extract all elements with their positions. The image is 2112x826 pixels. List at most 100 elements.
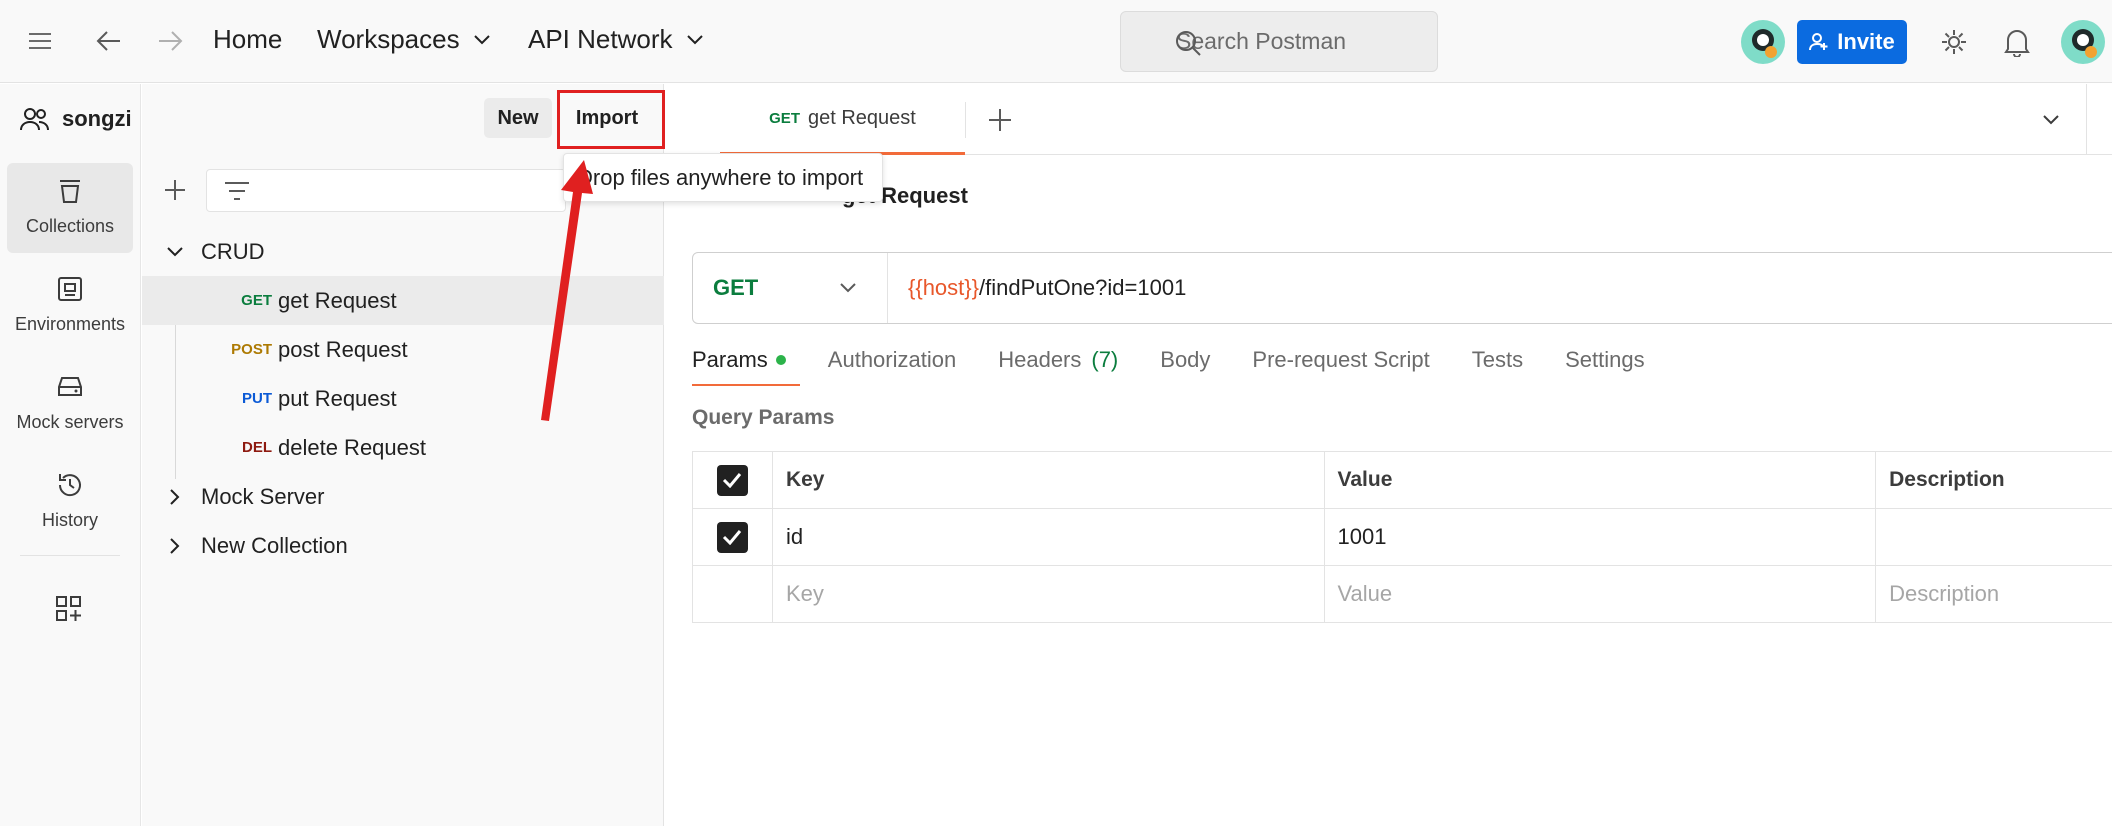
rail-label: Collections [25, 216, 115, 236]
api-network-menu[interactable]: API Network [528, 24, 703, 55]
headers-count: (7) [1091, 347, 1119, 372]
rail-item-environments[interactable]: Environments [7, 261, 133, 351]
annotation-highlight-box [557, 90, 665, 149]
add-collection-icon[interactable] [164, 179, 186, 201]
url-bar: GET {{host}}/findPutOne?id=1001 [692, 252, 2112, 324]
request-name: put Request [278, 385, 397, 411]
rail-item-history[interactable]: History [7, 457, 133, 547]
param-value-cell[interactable]: 1001 [1323, 508, 1877, 566]
add-apps-icon[interactable] [55, 595, 83, 623]
collection-name: CRUD [201, 238, 265, 264]
team-icon [20, 106, 50, 132]
rail-item-mock-servers[interactable]: Mock servers [7, 359, 133, 449]
rail-item-collections[interactable]: Collections [7, 163, 133, 253]
row-check-cell [692, 508, 773, 566]
rail-divider [20, 555, 120, 556]
select-all-cell [692, 451, 773, 509]
rail-label: Environments [14, 314, 126, 334]
table-row-empty: Key Value Description [692, 565, 2112, 623]
team-avatar[interactable] [1740, 19, 1786, 65]
request-name: delete Request [278, 434, 426, 460]
request-item-get[interactable]: GET get Request [142, 276, 664, 325]
gear-icon[interactable] [1940, 28, 1968, 56]
menu-icon[interactable] [28, 31, 52, 51]
tab-label: get Request [807, 106, 916, 129]
column-header-description: Description [1875, 451, 2112, 509]
method-select[interactable]: GET [693, 253, 888, 323]
param-description-cell[interactable] [1875, 508, 2112, 566]
column-header-value: Value [1323, 451, 1877, 509]
description-placeholder[interactable]: Description [1875, 565, 2112, 623]
method-badge: POST [231, 341, 272, 358]
request-item-delete[interactable]: DEL delete Request [142, 423, 664, 472]
tab-body[interactable]: Body [1160, 334, 1210, 386]
filter-icon [224, 180, 250, 202]
chevron-down-icon [473, 34, 490, 45]
request-tab-bar: GET get Request [665, 84, 2112, 155]
new-button[interactable]: New [484, 98, 552, 138]
top-bar: Home Workspaces API Network Search Postm… [0, 0, 2112, 83]
collection-crud[interactable]: CRUD [142, 227, 664, 276]
api-network-label: API Network [528, 24, 673, 54]
tab-tests[interactable]: Tests [1472, 334, 1523, 386]
search-icon [1174, 29, 1202, 57]
select-all-checkbox[interactable] [716, 464, 748, 496]
request-name: get Request [278, 287, 397, 313]
tab-headers[interactable]: Headers (7) [998, 334, 1118, 386]
query-params-label: Query Params [692, 406, 835, 429]
back-arrow-icon[interactable] [96, 29, 122, 53]
request-item-post[interactable]: POST post Request [142, 325, 664, 374]
column-header-key: Key [771, 451, 1325, 509]
params-table: Key Value Description id 1001 Key Value … [692, 451, 2112, 623]
filter-input[interactable] [206, 169, 566, 212]
rail-label: History [41, 510, 98, 530]
tab-pre-request-script[interactable]: Pre-request Script [1252, 334, 1429, 386]
value-placeholder[interactable]: Value [1323, 565, 1877, 623]
method-badge: DEL [242, 439, 272, 456]
new-tab-plus-icon[interactable] [988, 108, 1012, 132]
tab-params[interactable]: Params [692, 334, 800, 386]
collection-name: Mock Server [201, 483, 325, 509]
import-tooltip: Drop files anywhere to import [563, 153, 883, 202]
environments-icon [56, 275, 84, 303]
tab-authorization[interactable]: Authorization [828, 334, 956, 386]
tab-label: Params [692, 347, 768, 372]
bell-icon[interactable] [2004, 27, 2030, 57]
tab-label: Headers [998, 347, 1082, 372]
params-indicator-dot [775, 355, 786, 365]
chevron-down-icon [686, 34, 703, 45]
url-variable: {{host}} [908, 275, 979, 300]
request-item-put[interactable]: PUT put Request [142, 374, 664, 423]
invite-button[interactable]: Invite [1797, 20, 1907, 64]
collection-name: New Collection [201, 532, 348, 558]
add-user-icon [1809, 32, 1829, 52]
table-row: id 1001 [692, 508, 2112, 566]
home-link[interactable]: Home [213, 24, 282, 55]
tab-get-request[interactable]: GET get Request [720, 84, 965, 155]
history-icon [56, 471, 84, 499]
workspaces-label: Workspaces [317, 24, 460, 54]
collection-mock-server[interactable]: Mock Server [142, 472, 664, 521]
forward-arrow-icon[interactable] [157, 29, 183, 53]
tabbar-divider [2086, 84, 2087, 155]
search-input[interactable]: Search Postman [1120, 11, 1438, 72]
url-input[interactable]: {{host}}/findPutOne?id=1001 [908, 253, 1186, 323]
key-placeholder[interactable]: Key [771, 565, 1325, 623]
method-badge: GET [241, 292, 272, 309]
table-header-row: Key Value Description [692, 451, 2112, 509]
method-badge: PUT [242, 390, 272, 407]
param-key-cell[interactable]: id [771, 508, 1325, 566]
user-avatar[interactable] [2060, 19, 2106, 65]
row-checkbox[interactable] [716, 521, 748, 553]
method-badge: GET [769, 109, 800, 127]
tab-settings[interactable]: Settings [1565, 334, 1645, 386]
mock-servers-icon [55, 373, 85, 401]
chevron-down-icon [167, 246, 183, 257]
chevron-right-icon [170, 537, 180, 554]
tabs-dropdown-icon[interactable] [2043, 115, 2059, 125]
method-value: GET [713, 275, 759, 300]
invite-label: Invite [1837, 29, 1895, 54]
collection-new-collection[interactable]: New Collection [142, 521, 664, 570]
workspaces-menu[interactable]: Workspaces [317, 24, 490, 55]
chevron-right-icon [170, 488, 180, 505]
